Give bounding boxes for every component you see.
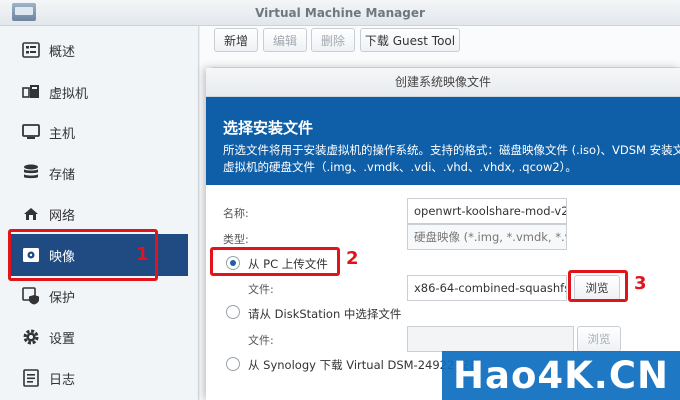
shield-icon — [22, 287, 40, 305]
network-icon — [22, 205, 40, 223]
download-guest-tool-button[interactable]: 下载 Guest Tool — [360, 28, 460, 52]
browse-button-disabled[interactable]: 浏览 — [577, 326, 621, 352]
table-header — [212, 58, 680, 68]
sidebar-item-vm[interactable]: 虚拟机 — [0, 72, 199, 112]
dialog-heading: 选择安装文件 — [223, 119, 314, 137]
annotation-number-2: 2 — [346, 248, 359, 269]
dialog-description-line2: 虚拟机的硬盘文件（.img、.vmdk、.vdi、.vhd、.vhdx, .qc… — [223, 160, 577, 174]
vm-icon — [22, 83, 40, 101]
dialog-banner: 选择安装文件 所选文件将用于安装虚拟机的操作系统。支持的格式：磁盘映像文件 (.… — [206, 97, 680, 185]
sidebar-item-label: 保护 — [49, 290, 76, 306]
name-label: 名称: — [223, 207, 249, 220]
type-field[interactable]: 硬盘映像 (*.img, *.vmdk, *.vdi, — [407, 224, 567, 250]
select-from-diskstation-radio[interactable] — [226, 305, 240, 319]
name-input[interactable]: openwrt-koolshare-mod-v2.31- — [407, 198, 567, 224]
sidebar-item-storage[interactable]: 存储 — [0, 153, 199, 193]
sidebar-item-network[interactable]: 网络 — [0, 194, 199, 234]
sidebar-item-protection[interactable]: 保护 — [0, 276, 199, 316]
storage-icon — [22, 164, 40, 182]
new-button[interactable]: 新增 — [214, 28, 258, 52]
dialog-description-line1: 所选文件将用于安装虚拟机的操作系统。支持的格式：磁盘映像文件 (.iso)、VD… — [223, 143, 680, 157]
sidebar-item-label: 主机 — [49, 126, 76, 142]
sidebar-item-label: 设置 — [49, 331, 76, 347]
highlight-box-browse — [568, 270, 628, 302]
log-icon — [22, 369, 40, 387]
select-from-diskstation-label[interactable]: 请从 DiskStation 中选择文件 — [248, 306, 401, 322]
dialog-title: 创建系统映像文件 — [206, 68, 680, 97]
sidebar-item-log[interactable]: 日志 — [0, 358, 199, 398]
sidebar-item-label: 概述 — [49, 44, 76, 60]
download-from-synology-radio[interactable] — [226, 357, 240, 371]
monitor-icon — [22, 123, 40, 141]
type-label: 类型: — [223, 233, 249, 246]
title-bar: Virtual Machine Manager — [0, 0, 680, 26]
watermark: Hao4K.CN — [442, 351, 680, 400]
gear-icon — [22, 328, 40, 346]
delete-button[interactable]: 删除 — [311, 28, 355, 52]
list-icon — [22, 41, 40, 59]
sidebar-item-label: 存储 — [49, 167, 76, 183]
edit-button[interactable]: 编辑 — [263, 28, 307, 52]
file-label: 文件: — [248, 283, 274, 296]
sidebar-item-host[interactable]: 主机 — [0, 112, 199, 152]
annotation-number-1: 1 — [136, 244, 149, 265]
annotation-number-3: 3 — [634, 273, 647, 294]
highlight-box-upload-pc — [210, 247, 340, 276]
window-title: Virtual Machine Manager — [255, 6, 425, 20]
sidebar-item-overview[interactable]: 概述 — [0, 30, 199, 70]
sidebar-item-settings[interactable]: 设置 — [0, 317, 199, 357]
sidebar-item-label: 日志 — [49, 372, 76, 388]
sidebar-item-label: 虚拟机 — [49, 86, 89, 102]
pc-file-input[interactable]: x86-64-combined-squashfs.img — [407, 275, 567, 301]
sidebar-item-label: 网络 — [49, 208, 76, 224]
file-label-2: 文件: — [248, 334, 274, 347]
diskstation-file-input[interactable] — [407, 326, 574, 352]
